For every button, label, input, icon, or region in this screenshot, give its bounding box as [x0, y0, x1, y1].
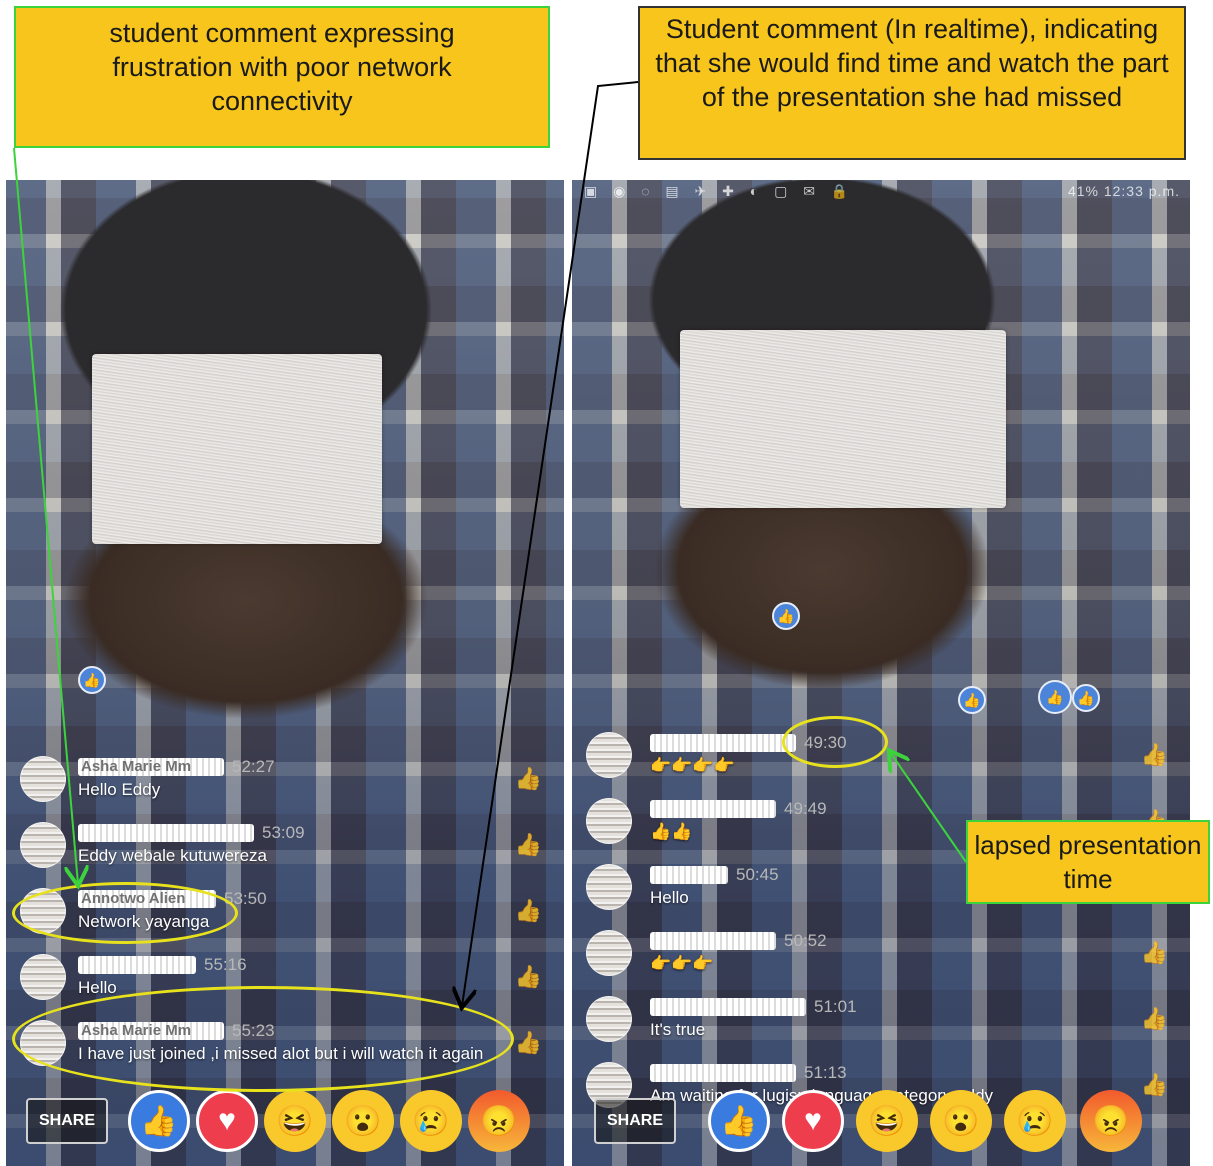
arrow-to-realtime-comment	[462, 81, 639, 1006]
annotation-arrows	[13, 81, 967, 1166]
arrow-to-lapsed-time	[890, 752, 967, 863]
arrow-to-network-comment	[13, 147, 78, 884]
